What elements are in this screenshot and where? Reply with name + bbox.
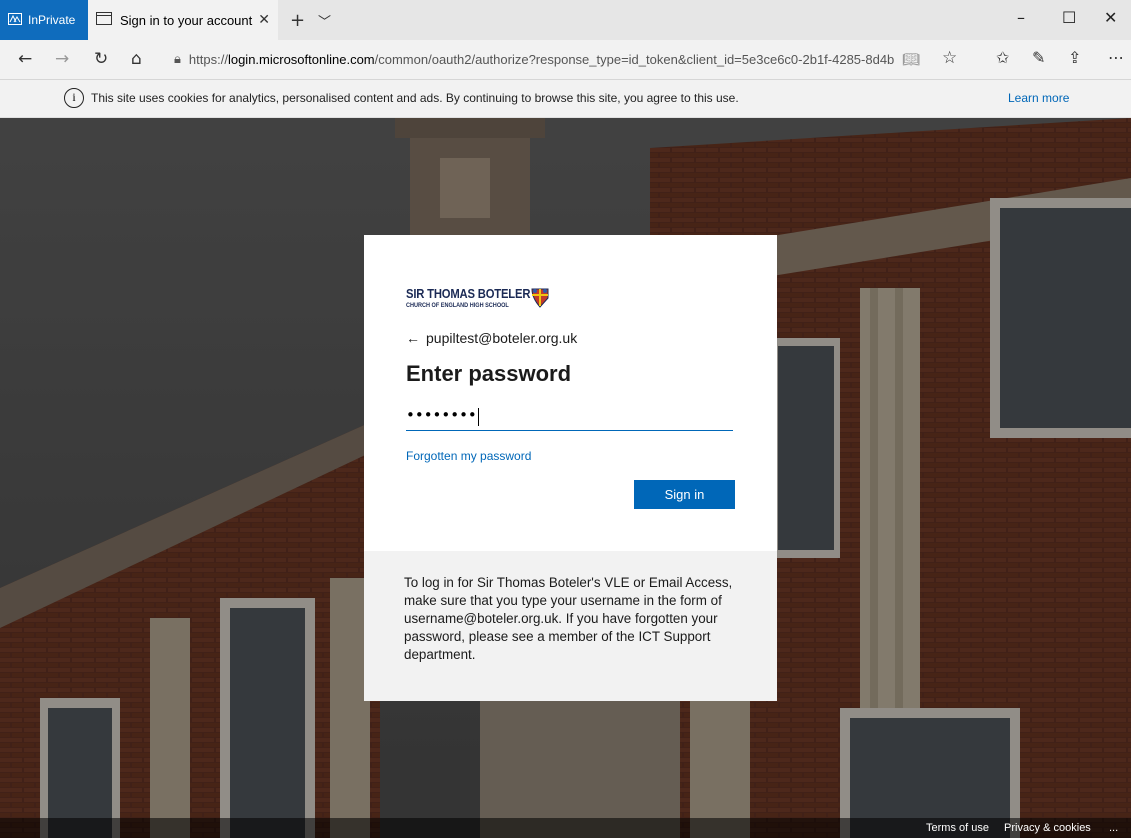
crest-icon	[529, 286, 551, 311]
page-footer: Terms of use Privacy & cookies ...	[0, 818, 1131, 838]
help-notice-text: To log in for Sir Thomas Boteler's VLE o…	[404, 575, 733, 662]
school-logo: SIR THOMAS BOTELER CHURCH OF ENGLAND HIG…	[406, 287, 544, 309]
tab-title: Sign in to your account	[120, 12, 253, 28]
close-tab-icon[interactable]: ✕	[258, 12, 270, 28]
text-caret	[477, 407, 479, 426]
url-text[interactable]: https://login.microsoftonline.com/common…	[189, 52, 894, 67]
chevron-down-icon[interactable]: ﹀	[318, 11, 331, 30]
learn-more-link[interactable]: Learn more	[1008, 91, 1069, 105]
favorites-hub-icon[interactable]: ✩	[996, 48, 1009, 67]
identity-back[interactable]: ← pupiltest@boteler.org.uk	[406, 330, 577, 346]
cookie-banner: i This site uses cookies for analytics, …	[0, 80, 1131, 118]
terms-link[interactable]: Terms of use	[926, 822, 989, 834]
maximize-icon[interactable]: ☐	[1062, 8, 1076, 27]
identity-email: pupiltest@boteler.org.uk	[426, 330, 578, 346]
password-value: ••••••••	[406, 406, 477, 424]
footer-more-link[interactable]: ...	[1109, 822, 1118, 834]
home-icon[interactable]: ⌂	[131, 49, 142, 69]
reading-view-icon[interactable]: 📖︎	[902, 52, 920, 68]
sign-in-card: SIR THOMAS BOTELER CHURCH OF ENGLAND HIG…	[364, 235, 777, 701]
address-bar[interactable]: 🔒︎ https://login.microsoftonline.com/com…	[168, 44, 961, 75]
back-arrow-icon[interactable]: ←	[406, 330, 420, 346]
inprivate-label: InPrivate	[28, 13, 76, 27]
logo-line1: SIR THOMAS BOTELER	[406, 287, 531, 301]
forward-icon[interactable]: →	[55, 49, 69, 69]
pen-icon[interactable]: ✎	[1032, 48, 1045, 67]
more-options-icon[interactable]: ⋯	[1108, 48, 1124, 67]
inprivate-icon	[8, 12, 22, 28]
cookie-message: This site uses cookies for analytics, pe…	[91, 91, 739, 105]
page-title: Enter password	[406, 361, 572, 386]
info-icon: i	[64, 88, 84, 108]
back-icon[interactable]: ←	[18, 49, 32, 69]
help-notice: To log in for Sir Thomas Boteler's VLE o…	[364, 551, 777, 701]
minimize-icon[interactable]: –	[1017, 8, 1025, 27]
password-input[interactable]: ••••••••	[406, 402, 733, 431]
sign-in-button[interactable]: Sign in	[634, 480, 735, 509]
page-icon	[96, 12, 112, 28]
new-tab-icon[interactable]: +	[290, 10, 305, 31]
refresh-icon[interactable]: ↻	[94, 49, 108, 69]
tab-bar: InPrivate Sign in to your account ✕ + ﹀ …	[0, 0, 1131, 40]
logo-line2: CHURCH OF ENGLAND HIGH SCHOOL	[406, 302, 509, 309]
close-window-icon[interactable]: ✕	[1104, 8, 1117, 27]
inprivate-badge[interactable]: InPrivate	[0, 0, 88, 40]
lock-icon: 🔒︎	[174, 52, 181, 67]
tab-sign-in[interactable]: Sign in to your account ✕	[88, 0, 278, 40]
favorite-star-icon[interactable]: ☆	[942, 48, 957, 68]
share-icon[interactable]: ⇪	[1068, 48, 1081, 67]
privacy-link[interactable]: Privacy & cookies	[1004, 822, 1091, 834]
forgot-password-link[interactable]: Forgotten my password	[406, 449, 531, 463]
